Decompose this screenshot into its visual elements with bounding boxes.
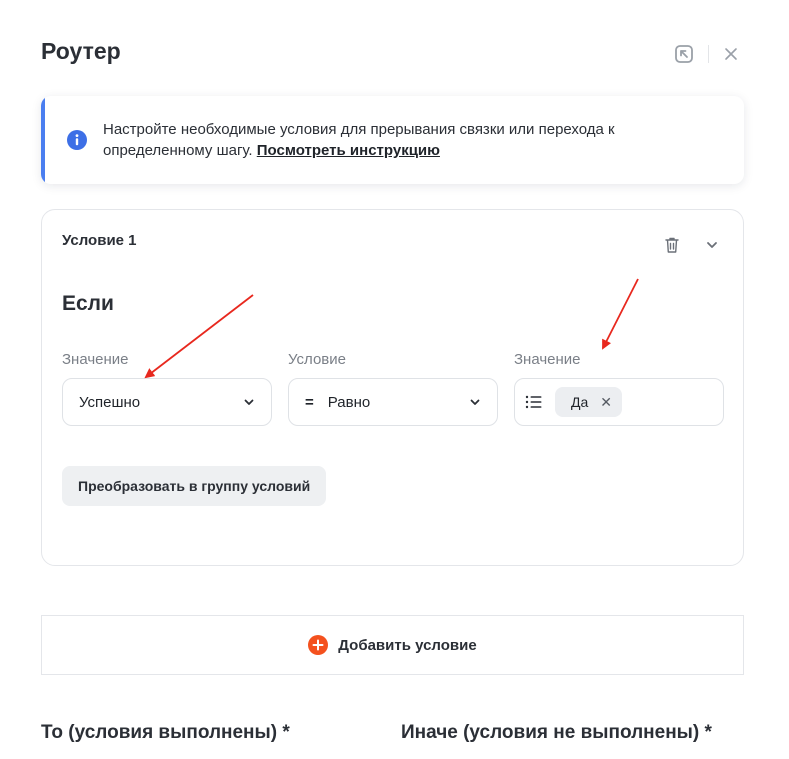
trash-icon bbox=[665, 237, 679, 253]
operator-label: Условие bbox=[288, 351, 346, 368]
instruction-link[interactable]: Посмотреть инструкцию bbox=[257, 142, 440, 159]
operator-selected: Равно bbox=[327, 393, 371, 411]
add-condition-button[interactable]: Добавить условие bbox=[41, 615, 744, 675]
if-heading: Если bbox=[62, 292, 114, 315]
expand-icon bbox=[675, 45, 693, 63]
condition-title: Условие 1 bbox=[62, 232, 137, 249]
chevron-down-icon bbox=[707, 242, 717, 248]
chip-remove-icon[interactable]: ✕ bbox=[600, 394, 612, 411]
value-chip: Да ✕ bbox=[555, 387, 623, 417]
info-text: Настройте необходимые условия для прерыв… bbox=[103, 119, 703, 161]
chevron-down-icon bbox=[243, 396, 255, 408]
chevron-down-icon bbox=[469, 396, 481, 408]
target-value-label: Значение bbox=[514, 351, 581, 368]
delete-condition-button[interactable] bbox=[661, 234, 683, 256]
header-actions bbox=[672, 42, 743, 66]
value-select[interactable]: Успешно bbox=[62, 378, 272, 426]
collapse-condition-button[interactable] bbox=[701, 234, 723, 256]
close-icon bbox=[725, 48, 737, 60]
value-label: Значение bbox=[62, 351, 129, 368]
expand-button[interactable] bbox=[672, 42, 696, 66]
condition-card: Условие 1 Если Значение Успешно Условие … bbox=[41, 209, 744, 566]
list-icon[interactable] bbox=[525, 395, 543, 409]
operator-symbol: = bbox=[305, 393, 314, 411]
info-icon bbox=[67, 130, 87, 150]
else-label: Иначе (условия не выполнены) * bbox=[401, 722, 712, 743]
add-condition-label: Добавить условие bbox=[338, 636, 477, 654]
operator-select[interactable]: = Равно bbox=[288, 378, 498, 426]
chip-label: Да bbox=[571, 394, 589, 410]
close-button[interactable] bbox=[719, 42, 743, 66]
info-banner: Настройте необходимые условия для прерыв… bbox=[41, 96, 744, 184]
header-divider bbox=[708, 45, 709, 63]
router-panel: Роутер Настройте необходимые условия для… bbox=[0, 0, 789, 759]
then-label: То (условия выполнены) * bbox=[41, 722, 290, 743]
value-selected: Успешно bbox=[79, 393, 141, 411]
target-value-field[interactable]: Да ✕ bbox=[514, 378, 724, 426]
page-title: Роутер bbox=[41, 38, 121, 64]
info-accent-bar bbox=[41, 96, 45, 184]
convert-to-group-button[interactable]: Преобразовать в группу условий bbox=[62, 466, 327, 506]
plus-circle-icon bbox=[308, 635, 329, 655]
